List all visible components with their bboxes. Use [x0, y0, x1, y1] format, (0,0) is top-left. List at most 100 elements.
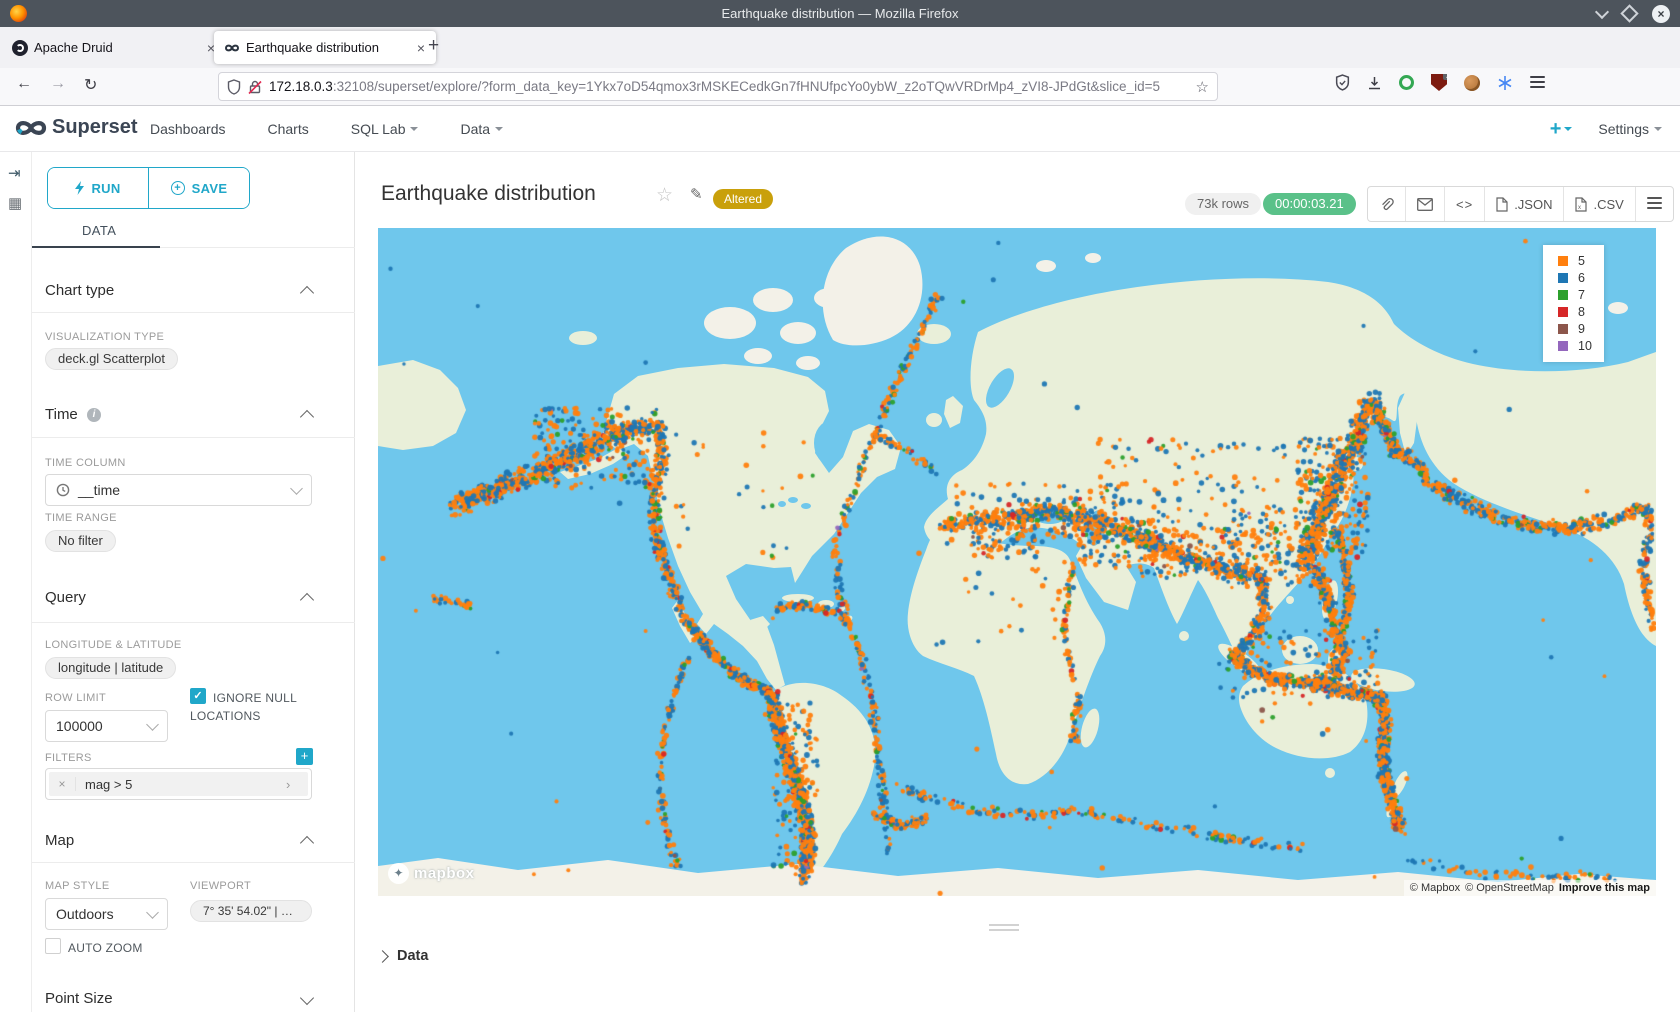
edit-properties-icon[interactable]: ✎	[690, 185, 703, 203]
file-icon: x	[1575, 197, 1587, 212]
window-maximize-icon[interactable]	[1620, 4, 1638, 22]
expand-panel-icon[interactable]: ⇥	[8, 164, 21, 182]
plus-circle-icon: +	[171, 181, 185, 195]
deckgl-scatterplot-map[interactable]: 5 6 7 8 9 10 ✦ mapbox © Mapbox © OpenStreetMa…	[378, 228, 1656, 896]
section-time[interactable]: Time	[45, 406, 78, 423]
bookmark-star-icon[interactable]: ☆	[1196, 78, 1209, 96]
legend-item[interactable]: 9	[1558, 322, 1592, 336]
map-style-select[interactable]: Outdoors	[45, 898, 168, 930]
legend-item[interactable]: 5	[1558, 254, 1592, 268]
superset-logo-icon[interactable]	[12, 114, 50, 142]
dataset-grid-icon[interactable]: ▦	[8, 194, 22, 212]
data-panel-label: Data	[397, 948, 428, 964]
export-csv-label: .CSV	[1593, 197, 1623, 212]
save-button[interactable]: + SAVE	[148, 168, 249, 208]
auto-zoom-checkbox[interactable]	[45, 938, 61, 954]
section-point-size[interactable]: Point Size	[45, 990, 113, 1007]
tab-data[interactable]: DATA	[82, 223, 116, 238]
back-button[interactable]: ←	[16, 75, 32, 93]
legend-item[interactable]: 6	[1558, 271, 1592, 285]
datasource-rail: ⇥ ▦	[0, 152, 32, 1012]
viewport-value[interactable]: 7° 35' 54.02" | 31...	[190, 900, 312, 922]
clock-icon	[56, 483, 70, 497]
ignore-null-checkbox[interactable]: ✓	[190, 688, 206, 704]
legend-swatch-icon	[1558, 307, 1568, 317]
remove-filter-icon[interactable]: ×	[49, 777, 76, 791]
embed-code-button[interactable]: <>	[1445, 187, 1485, 221]
share-link-button[interactable]	[1368, 187, 1406, 221]
lonlat-value[interactable]: longitude | latitude	[45, 657, 176, 679]
superset-brand[interactable]: Superset	[52, 116, 138, 139]
favorite-star-icon[interactable]: ☆	[656, 184, 673, 207]
legend-item[interactable]: 8	[1558, 305, 1592, 319]
mapbox-logo[interactable]: ✦ mapbox	[388, 863, 475, 884]
protections-shield-icon[interactable]	[1335, 74, 1350, 91]
map-style-value: Outdoors	[56, 906, 114, 922]
legend-item[interactable]: 10	[1558, 339, 1592, 353]
legend-label: 7	[1578, 288, 1585, 302]
menu-icon[interactable]	[1530, 74, 1545, 91]
row-limit-select[interactable]: 100000	[45, 710, 168, 742]
window-close-icon[interactable]: ×	[1652, 5, 1670, 23]
chevron-right-icon	[376, 950, 389, 963]
add-filter-button[interactable]: +	[296, 748, 313, 765]
tab-earthquake-distribution[interactable]: Earthquake distribution ×	[214, 31, 436, 64]
time-column-select[interactable]: __time	[45, 474, 312, 506]
run-button[interactable]: RUN	[48, 168, 148, 208]
data-panel-toggle[interactable]: Data	[378, 948, 428, 964]
navbar-item-sql-lab[interactable]: SQL Lab	[351, 121, 419, 137]
chevron-up-icon[interactable]	[300, 286, 314, 300]
legend-swatch-icon	[1558, 273, 1568, 283]
add-new-button[interactable]: +	[1550, 118, 1573, 141]
extension-green-icon[interactable]	[1399, 75, 1414, 90]
filter-container: × mag > 5 ›	[45, 768, 312, 800]
navbar-item-data[interactable]: Data	[460, 121, 503, 137]
chevron-up-icon[interactable]	[300, 836, 314, 850]
legend-label: 6	[1578, 271, 1585, 285]
navbar-item-label: Charts	[268, 121, 309, 137]
export-csv-button[interactable]: x .CSV	[1564, 187, 1635, 221]
viz-type-value[interactable]: deck.gl Scatterplot	[45, 348, 178, 370]
mapbox-attribution-link[interactable]: © Mapbox	[1410, 882, 1460, 894]
row-limit-value: 100000	[56, 718, 103, 734]
tab-close-icon[interactable]: ×	[414, 40, 428, 56]
section-query[interactable]: Query	[45, 589, 86, 606]
improve-map-link[interactable]: Improve this map	[1559, 882, 1650, 894]
chevron-right-icon[interactable]: ›	[286, 777, 308, 792]
export-json-button[interactable]: .JSON	[1485, 187, 1564, 221]
email-button[interactable]	[1406, 187, 1445, 221]
tab-apache-druid[interactable]: Apache Druid ×	[2, 31, 226, 64]
ublock-extension-icon[interactable]: 2	[1431, 74, 1447, 91]
snowflake-extension-icon[interactable]	[1497, 75, 1513, 91]
panel-resize-handle[interactable]	[989, 924, 1019, 934]
downloads-icon[interactable]	[1367, 75, 1382, 91]
more-actions-button[interactable]	[1636, 187, 1673, 221]
reload-button[interactable]: ↻	[84, 75, 97, 95]
svg-text:x: x	[1578, 205, 1581, 211]
code-icon: <>	[1456, 197, 1473, 212]
settings-menu[interactable]: Settings	[1598, 121, 1662, 137]
filter-item[interactable]: × mag > 5 ›	[49, 772, 308, 796]
chevron-up-icon[interactable]	[300, 410, 314, 424]
shield-permissions-icon[interactable]	[227, 79, 241, 95]
new-tab-button[interactable]: +	[428, 35, 439, 57]
section-map[interactable]: Map	[45, 832, 74, 849]
forward-button[interactable]: →	[50, 75, 66, 93]
navbar-item-charts[interactable]: Charts	[268, 121, 309, 137]
export-json-label: .JSON	[1514, 197, 1552, 212]
navbar-item-dashboards[interactable]: Dashboards	[150, 121, 226, 137]
section-chart-type[interactable]: Chart type	[45, 282, 114, 299]
legend-item[interactable]: 7	[1558, 288, 1592, 302]
chevron-down-icon[interactable]	[300, 991, 314, 1005]
insecure-lock-icon[interactable]	[248, 79, 262, 95]
url-bar[interactable]: 172.18.0.3:32108/superset/explore/?form_…	[218, 72, 1218, 101]
window-shade-icon[interactable]	[1595, 4, 1609, 18]
legend-swatch-icon	[1558, 324, 1568, 334]
viewport-label: VIEWPORT	[190, 880, 251, 892]
chevron-up-icon[interactable]	[300, 593, 314, 607]
time-range-value[interactable]: No filter	[45, 530, 116, 552]
info-icon[interactable]: i	[87, 408, 101, 422]
url-text[interactable]: 172.18.0.3:32108/superset/explore/?form_…	[269, 79, 1189, 94]
osm-attribution-link[interactable]: © OpenStreetMap	[1465, 882, 1554, 894]
cookie-extension-icon[interactable]	[1464, 75, 1480, 91]
